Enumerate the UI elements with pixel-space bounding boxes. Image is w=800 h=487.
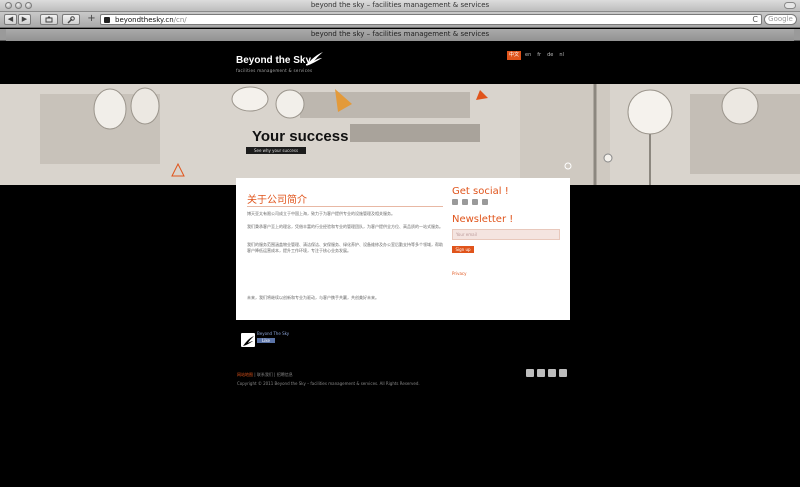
title-divider [247,206,443,207]
browser-toolbar: ◀ ▶ + beyondthesky.cn/cn/ C Google [0,12,800,28]
copyright-text: Copyright © 2011 Beyond the Sky – facili… [237,381,420,386]
forward-icon: ▶ [21,15,28,23]
hero-banner: Your success See why your success [0,84,800,185]
lang-nl[interactable]: nl [557,51,566,60]
facebook-like-button[interactable]: Like [257,338,275,343]
about-title: 关于公司简介 [247,195,307,206]
reload-icon[interactable]: C [752,15,758,25]
tools-button[interactable] [62,14,80,25]
about-paragraph: 未来，我们将继续以创新和专业为驱动，与客户携手共赢，共创美好未来。 [247,295,379,300]
lang-fr[interactable]: fr [535,51,543,60]
search-input[interactable]: Google [764,14,797,25]
plus-icon: + [87,13,96,24]
privacy-link[interactable]: Privacy [452,271,466,276]
hero-cta-button[interactable]: See why your success [246,147,306,154]
avatar[interactable] [241,333,255,347]
wrench-icon [67,16,75,24]
back-button[interactable]: ◀ [4,14,17,25]
url-text: beyondthesky.cn/cn/ [115,16,187,24]
signup-button[interactable]: Sign up [452,246,474,253]
newsletter-email-input[interactable]: Your email [452,229,560,240]
share-button[interactable] [40,14,58,25]
hero-illustration [0,84,800,185]
site-favicon [104,17,110,23]
about-paragraph: 我们秉承客户至上的理念，凭借丰富的行业经验和专业的管理团队，为客户提供全方位、高… [247,224,443,229]
wing-logo-icon [306,52,323,66]
play-icon[interactable] [526,369,534,377]
tab-bar: beyond the sky – facilities management &… [0,29,800,41]
content-panel: 关于公司简介 博天亚太有限公司成立于中国上海，致力于为客户提供专业的设施管理及相… [236,178,570,320]
lang-de[interactable]: de [545,51,555,60]
about-paragraph: 博天亚太有限公司成立于中国上海，致力于为客户提供专业的设施管理及相关服务。 [247,211,395,216]
about-paragraph: 我们的服务范围涵盖物业管理、清洁保洁、安保服务、绿化养护、设备维修及办公室后勤支… [247,242,443,253]
address-bar[interactable]: beyondthesky.cn/cn/ C [100,14,762,25]
toolbar-toggle-button[interactable] [784,2,796,9]
facebook-icon[interactable] [452,199,458,205]
logo-tagline: facilities management & services [236,68,313,73]
share-icon [45,16,52,23]
rss-icon[interactable] [482,199,488,205]
get-social-heading: Get social ! [452,186,509,197]
lang-en[interactable]: en [523,51,533,60]
newsletter-heading: Newsletter ! [452,214,514,225]
web-page: Beyond the Sky facilities management & s… [0,42,800,487]
facebook-page-name[interactable]: Beyond The Sky [257,331,289,336]
lang-zh[interactable]: 中文 [507,51,522,60]
language-switcher: 中文 en fr de nl [507,51,566,60]
tab-active[interactable]: beyond the sky – facilities management &… [6,29,794,41]
site-logo[interactable]: Beyond the Sky [236,55,311,66]
footer-link-sitemap[interactable]: 网站地图 [237,372,253,377]
window-title: beyond the sky – facilities management &… [310,1,490,9]
new-tab-button[interactable]: + [86,14,97,25]
wing-logo-icon [243,336,254,346]
play-icon[interactable] [559,369,567,377]
linkedin-icon[interactable] [472,199,478,205]
footer-links: 网站地图 | 联系我们 | 招聘信息 [237,372,293,378]
square-icon[interactable] [548,369,556,377]
hero-title: Your success [252,128,349,145]
footer-icons [526,369,567,377]
footer-link-others[interactable]: | 联系我们 | 招聘信息 [253,372,293,377]
back-icon: ◀ [7,15,14,23]
facebook-like-box: Beyond The Sky Like [239,330,297,350]
square-icon[interactable] [537,369,545,377]
twitter-icon[interactable] [462,199,468,205]
forward-button[interactable]: ▶ [18,14,31,25]
window-titlebar: beyond the sky – facilities management &… [0,0,800,12]
